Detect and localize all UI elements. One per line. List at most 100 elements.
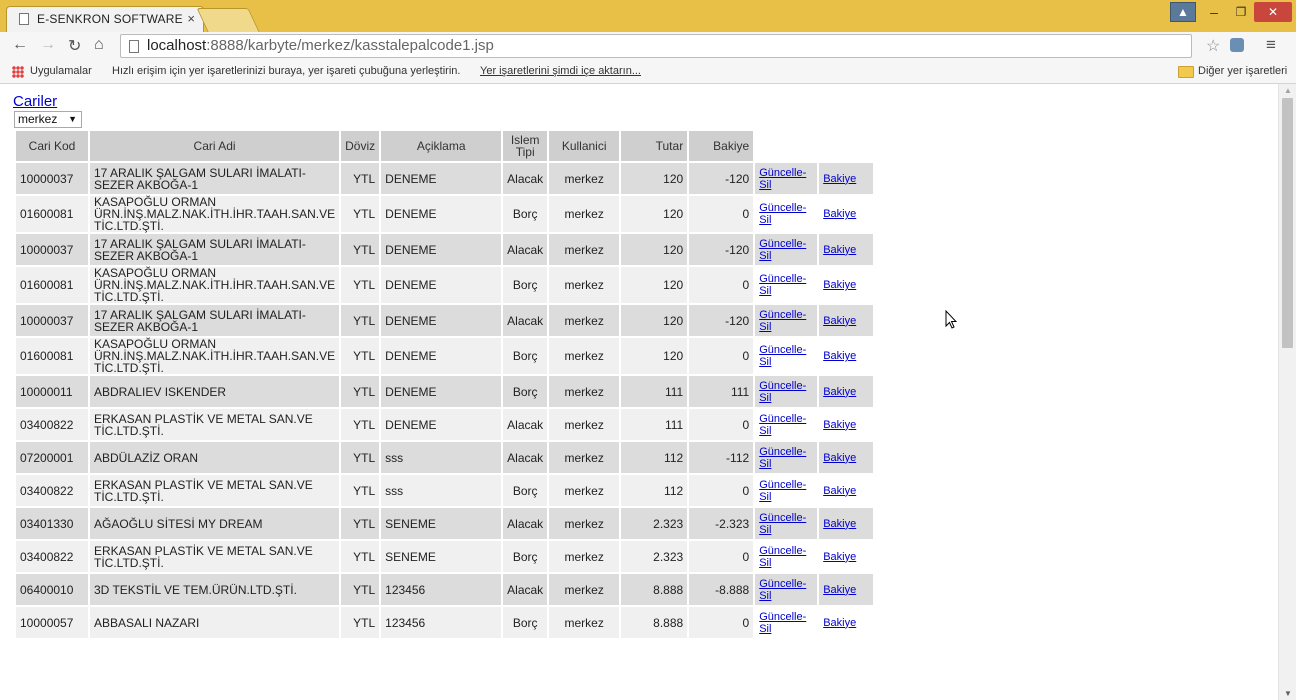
- balance-link[interactable]: Bakiye: [823, 208, 856, 220]
- cell-cari-adi: 17 ARALIK ŞALGAM SULARI İMALATI-SEZER AK…: [90, 305, 340, 336]
- browser-menu-icon[interactable]: ≡: [1266, 35, 1276, 55]
- table-header-row: Cari Kod Cari Adi Döviz Açiklama Islem T…: [16, 131, 873, 161]
- address-bar[interactable]: localhost:8888/karbyte/merkez/kasstalepa…: [120, 34, 1192, 58]
- update-delete-cell: Güncelle-Sil: [755, 338, 818, 374]
- browser-tab[interactable]: E-SENKRON SOFTWARE ×: [6, 6, 204, 32]
- back-arrow-icon[interactable]: ←: [12, 36, 28, 54]
- apps-grid-icon[interactable]: [12, 66, 24, 78]
- balance-link[interactable]: Bakiye: [823, 386, 856, 398]
- balance-link[interactable]: Bakiye: [823, 419, 856, 431]
- balance-link[interactable]: Bakiye: [823, 452, 856, 464]
- cell-kullanici: merkez: [549, 409, 620, 440]
- tab-close-icon[interactable]: ×: [187, 11, 195, 26]
- page-favicon-icon: [19, 13, 29, 25]
- cell-doviz: YTL: [341, 267, 380, 303]
- update-delete-cell: Güncelle-Sil: [755, 475, 818, 506]
- import-bookmarks-link[interactable]: Yer işaretlerini şimdi içe aktarın...: [480, 65, 641, 77]
- update-delete-link[interactable]: Güncelle-Sil: [759, 380, 806, 404]
- table-row: 10000011 ABDRALIEV ISKENDER YTL DENEME Borç m…: [16, 376, 874, 407]
- scrollbar-thumb[interactable]: [1282, 98, 1293, 348]
- cell-tutar: 120: [621, 163, 688, 194]
- branch-select[interactable]: merkez ▼: [14, 111, 82, 128]
- update-delete-link[interactable]: Güncelle-Sil: [759, 344, 806, 368]
- scroll-down-icon[interactable]: ▼: [1284, 689, 1292, 698]
- update-delete-cell: Güncelle-Sil: [755, 267, 818, 303]
- balance-link[interactable]: Bakiye: [823, 173, 856, 185]
- forward-arrow-icon[interactable]: →: [40, 36, 56, 54]
- balance-link[interactable]: Bakiye: [823, 279, 856, 291]
- table-row: 10000037 17 ARALIK ŞALGAM SULARI İMALATI-…: [16, 305, 874, 336]
- cell-aciklama: sss: [381, 442, 502, 473]
- update-delete-link[interactable]: Güncelle-Sil: [759, 446, 806, 470]
- cell-islem-tipi: Borç: [503, 196, 548, 232]
- update-delete-cell: Güncelle-Sil: [755, 305, 818, 336]
- extension-icon[interactable]: [1230, 38, 1244, 52]
- scroll-up-icon[interactable]: ▲: [1284, 86, 1292, 95]
- cell-aciklama: SENEME: [381, 541, 502, 572]
- update-delete-link[interactable]: Güncelle-Sil: [759, 273, 806, 297]
- cell-bakiye: -2.323: [689, 508, 754, 539]
- balance-cell: Bakiye: [819, 607, 874, 638]
- bookmark-star-icon[interactable]: ☆: [1206, 36, 1220, 56]
- user-profile-icon[interactable]: ▲: [1170, 2, 1196, 22]
- close-window-icon[interactable]: ✕: [1254, 2, 1292, 22]
- update-delete-link[interactable]: Güncelle-Sil: [759, 545, 806, 569]
- table-row: 03400822 ERKASAN PLASTİK VE METAL SAN.VE …: [16, 541, 874, 572]
- balance-link[interactable]: Bakiye: [823, 315, 856, 327]
- cell-tutar: 112: [621, 475, 688, 506]
- vertical-scrollbar[interactable]: ▲ ▼: [1278, 84, 1296, 700]
- cell-bakiye: -120: [689, 305, 754, 336]
- balance-link[interactable]: Bakiye: [823, 584, 856, 596]
- other-bookmarks[interactable]: Diğer yer işaretleri: [1198, 65, 1287, 77]
- update-delete-link[interactable]: Güncelle-Sil: [759, 202, 806, 226]
- update-delete-link[interactable]: Güncelle-Sil: [759, 167, 806, 191]
- apps-link[interactable]: Uygulamalar: [30, 65, 92, 77]
- table-row: 10000037 17 ARALIK ŞALGAM SULARI İMALATI-…: [16, 234, 874, 265]
- cariler-link[interactable]: Cariler: [13, 93, 57, 110]
- balance-link[interactable]: Bakiye: [823, 485, 856, 497]
- update-delete-link[interactable]: Güncelle-Sil: [759, 309, 806, 333]
- branch-select-value: merkez: [18, 112, 58, 126]
- balance-link[interactable]: Bakiye: [823, 244, 856, 256]
- cell-tutar: 2.323: [621, 508, 688, 539]
- cell-tutar: 120: [621, 338, 688, 374]
- balance-link[interactable]: Bakiye: [823, 617, 856, 629]
- cell-aciklama: sss: [381, 475, 502, 506]
- home-icon[interactable]: ⌂: [94, 36, 104, 54]
- update-delete-link[interactable]: Güncelle-Sil: [759, 238, 806, 262]
- page-content: Cariler merkez ▼ Cari Kod Cari Adi Döviz…: [0, 84, 1278, 700]
- cell-doviz: YTL: [341, 409, 380, 440]
- cell-cari-adi: KASAPOĞLU ORMAN ÜRN.İNŞ.MALZ.NAK.İTH.İHR…: [90, 196, 340, 232]
- cell-doviz: YTL: [341, 541, 380, 572]
- cell-aciklama: DENEME: [381, 267, 502, 303]
- cell-aciklama: SENEME: [381, 508, 502, 539]
- cell-tutar: 8.888: [621, 574, 688, 605]
- cell-doviz: YTL: [341, 475, 380, 506]
- balance-cell: Bakiye: [819, 541, 874, 572]
- update-delete-link[interactable]: Güncelle-Sil: [759, 611, 806, 635]
- cell-tutar: 112: [621, 442, 688, 473]
- cell-islem-tipi: Borç: [503, 338, 548, 374]
- balance-link[interactable]: Bakiye: [823, 518, 856, 530]
- cell-cari-kod: 03400822: [16, 541, 88, 572]
- update-delete-link[interactable]: Güncelle-Sil: [759, 512, 806, 536]
- cell-bakiye: 0: [689, 607, 754, 638]
- table-row: 03400822 ERKASAN PLASTİK VE METAL SAN.VE …: [16, 409, 874, 440]
- balance-cell: Bakiye: [819, 338, 874, 374]
- cell-tutar: 120: [621, 267, 688, 303]
- table-row: 10000037 17 ARALIK ŞALGAM SULARI İMALATI-…: [16, 163, 874, 194]
- update-delete-link[interactable]: Güncelle-Sil: [759, 413, 806, 437]
- cell-aciklama: DENEME: [381, 409, 502, 440]
- update-delete-link[interactable]: Güncelle-Sil: [759, 578, 806, 602]
- minimize-icon[interactable]: –: [1200, 2, 1228, 22]
- maximize-icon[interactable]: ❐: [1228, 2, 1254, 22]
- cell-tutar: 111: [621, 409, 688, 440]
- table-row: 03401330 AĞAOĞLU SİTESİ MY DREAM YTL SENEME…: [16, 508, 874, 539]
- update-delete-link[interactable]: Güncelle-Sil: [759, 479, 806, 503]
- balance-link[interactable]: Bakiye: [823, 350, 856, 362]
- cell-kullanici: merkez: [549, 442, 620, 473]
- new-tab-button[interactable]: [196, 8, 260, 32]
- cell-doviz: YTL: [341, 574, 380, 605]
- balance-link[interactable]: Bakiye: [823, 551, 856, 563]
- reload-icon[interactable]: ↻: [68, 36, 81, 56]
